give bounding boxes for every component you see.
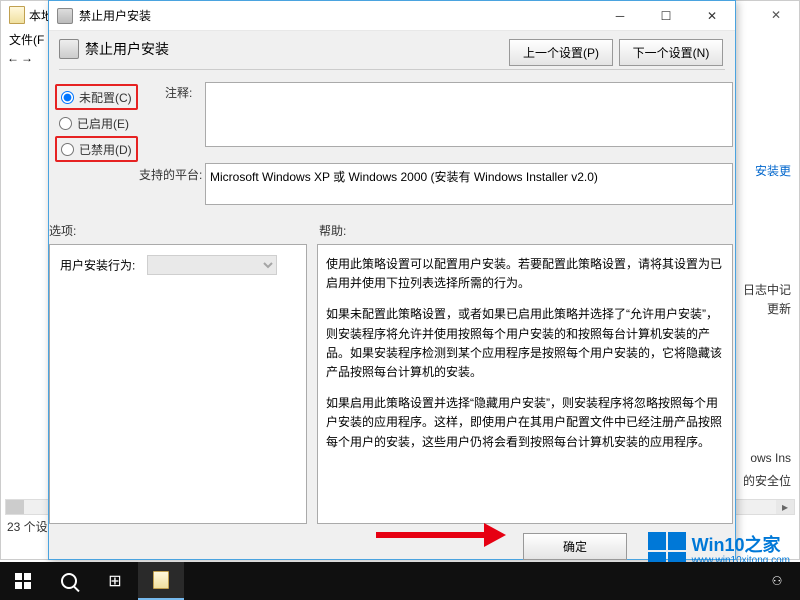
help-panel[interactable]: 使用此策略设置可以配置用户安装。若要配置此策略设置，请将其设置为已启用并使用下拉… bbox=[317, 244, 733, 524]
platform-label: 支持的平台: bbox=[139, 166, 202, 183]
separator bbox=[59, 69, 725, 70]
parent-close-button[interactable]: ✕ bbox=[753, 1, 799, 29]
next-setting-button[interactable]: 下一个设置(N) bbox=[619, 39, 723, 66]
scrollbar-thumb[interactable] bbox=[6, 500, 24, 514]
radio-enabled-input[interactable] bbox=[59, 117, 72, 130]
help-paragraph-2: 如果未配置此策略设置，或者如果已启用此策略并选择了“允许用户安装”，则安装程序将… bbox=[326, 305, 724, 382]
scrollbar-right-button[interactable]: ▸ bbox=[776, 500, 794, 514]
bg-text-log: 日志中记 bbox=[743, 281, 791, 298]
taskbar-app-gpedit[interactable] bbox=[138, 562, 184, 600]
status-bar: 23 个设 bbox=[7, 518, 48, 535]
radio-not-configured-input[interactable] bbox=[61, 91, 74, 104]
windows-start-icon bbox=[15, 573, 31, 589]
platform-text: Microsoft Windows XP 或 Windows 2000 (安装有… bbox=[210, 170, 598, 184]
options-panel: 用户安装行为: bbox=[49, 244, 307, 524]
dialog-icon bbox=[57, 8, 73, 24]
taskview-icon: ⊞ bbox=[108, 571, 121, 591]
options-label: 选项: bbox=[49, 222, 76, 239]
bg-link-install[interactable]: 安装更 bbox=[755, 162, 791, 179]
comment-textarea[interactable] bbox=[205, 82, 733, 147]
taskbar[interactable]: ⊞ ⚇ bbox=[0, 562, 800, 600]
dialog-title: 禁止用户安装 bbox=[79, 7, 597, 24]
taskbar-taskview-button[interactable]: ⊞ bbox=[92, 562, 138, 600]
radio-enabled[interactable]: 已启用(E) bbox=[55, 110, 138, 136]
search-icon bbox=[61, 573, 77, 589]
platform-box: Microsoft Windows XP 或 Windows 2000 (安装有… bbox=[205, 163, 733, 205]
bg-text-owsins: ows Ins bbox=[750, 451, 791, 465]
policy-icon bbox=[59, 39, 79, 59]
bg-text-update: 更新 bbox=[767, 300, 791, 317]
radio-disabled-input[interactable] bbox=[61, 143, 74, 156]
watermark-title: Win10之家 bbox=[692, 536, 790, 556]
start-button[interactable] bbox=[0, 562, 46, 600]
parent-toolbar: ← → bbox=[7, 51, 33, 65]
radio-not-configured[interactable]: 未配置(C) bbox=[55, 84, 138, 110]
document-icon bbox=[153, 571, 169, 589]
radio-disabled[interactable]: 已禁用(D) bbox=[55, 136, 138, 162]
taskbar-search-button[interactable] bbox=[46, 562, 92, 600]
dialog-titlebar[interactable]: 禁止用户安装 ─ ☐ ✕ bbox=[49, 1, 735, 31]
option-user-install-label: 用户安装行为: bbox=[60, 259, 135, 273]
people-icon: ⚇ bbox=[772, 574, 783, 588]
prev-setting-button[interactable]: 上一个设置(P) bbox=[509, 39, 613, 66]
ok-button[interactable]: 确定 bbox=[523, 533, 627, 560]
state-radio-group: 未配置(C) 已启用(E) 已禁用(D) bbox=[55, 84, 138, 162]
help-label: 帮助: bbox=[319, 222, 346, 239]
app-icon bbox=[9, 6, 25, 24]
toolbar-forward-icon[interactable]: → bbox=[21, 51, 33, 65]
radio-not-configured-label: 未配置(C) bbox=[79, 89, 132, 106]
parent-menu-file[interactable]: 文件(F bbox=[9, 31, 44, 48]
policy-dialog: 禁止用户安装 ─ ☐ ✕ 禁止用户安装 上一个设置(P) 下一个设置(N) 未配… bbox=[48, 0, 736, 560]
dialog-subtitle: 禁止用户安装 bbox=[85, 39, 169, 59]
help-paragraph-3: 如果启用此策略设置并选择“隐藏用户安装”，则安装程序将忽略按照每个用户安装的应用… bbox=[326, 394, 724, 452]
radio-enabled-label: 已启用(E) bbox=[77, 115, 129, 132]
bg-text-security: 的安全位 bbox=[743, 472, 791, 489]
toolbar-back-icon[interactable]: ← bbox=[7, 51, 19, 65]
dialog-minimize-button[interactable]: ─ bbox=[597, 1, 643, 31]
taskbar-people-button[interactable]: ⚇ bbox=[754, 562, 800, 600]
dialog-close-button[interactable]: ✕ bbox=[689, 1, 735, 31]
option-user-install-select[interactable] bbox=[147, 255, 277, 275]
comment-label: 注释: bbox=[165, 84, 192, 101]
dialog-maximize-button[interactable]: ☐ bbox=[643, 1, 689, 31]
radio-disabled-label: 已禁用(D) bbox=[79, 141, 132, 158]
help-paragraph-1: 使用此策略设置可以配置用户安装。若要配置此策略设置，请将其设置为已启用并使用下拉… bbox=[326, 255, 724, 293]
